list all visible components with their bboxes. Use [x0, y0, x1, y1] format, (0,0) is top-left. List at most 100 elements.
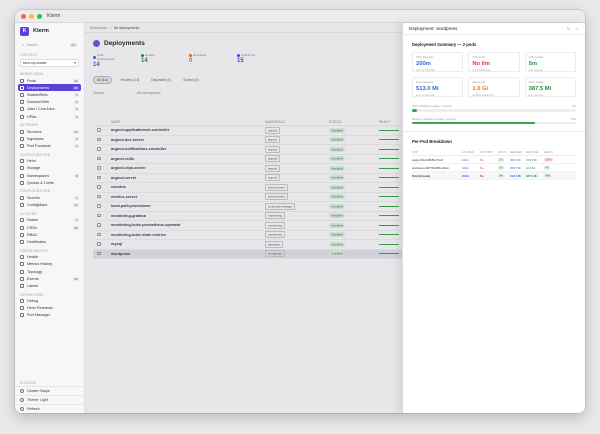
context-selector[interactable]: kind-my-cluster ▾ — [20, 59, 79, 67]
nav-section-label: NETWORK — [20, 123, 39, 128]
sidebar-item-label: Topology — [27, 269, 43, 274]
sidebar-item-statefulsets[interactable]: StatefulSets 0 — [15, 91, 84, 98]
package-icon — [20, 306, 24, 311]
pod-row[interactable]: wpgrp-5fcc4d5b89-7hzdf 100m No 2% 256.5 Mi 27… — [412, 156, 576, 164]
sun-icon — [20, 398, 24, 402]
sidebar-item-jobs-cronjobs[interactable]: Jobs / CronJobs 0 — [15, 106, 84, 113]
summary-card: CPU Limit No lim not configured — [468, 52, 520, 72]
pod-column-header[interactable]: MEM USE — [526, 151, 544, 154]
card-value: 513.0 Mi — [416, 85, 439, 92]
sidebar-item-labels[interactable]: Labels — [15, 282, 84, 289]
topology-icon — [20, 269, 24, 274]
card-label: CPU Usage — [528, 55, 544, 59]
heart-icon — [20, 255, 24, 260]
mem-pct-badge: 106% — [544, 158, 553, 162]
layers-icon — [20, 85, 24, 90]
certificate-icon — [20, 239, 24, 244]
chart-icon — [20, 262, 24, 267]
sidebar-item-debug[interactable]: Debug — [15, 298, 84, 305]
cpu-pct-cell: 2% — [498, 158, 510, 162]
globe-icon — [20, 129, 24, 134]
panel-title: Deployment: wordpress — [409, 26, 458, 31]
sidebar-item-port-manager[interactable]: Port Manager — [15, 312, 84, 319]
utilization-label: CPU utilization (usage / request) — [412, 104, 453, 108]
helm-icon — [20, 159, 24, 164]
mem-usage: 387.5 Mi — [526, 173, 537, 178]
sidebar-footer-refresh[interactable]: Refresh — [15, 404, 85, 413]
count-badge: 0 — [74, 114, 79, 119]
mem-pct-cell: 4% — [544, 166, 557, 170]
pod-name: Total (2 pods) — [412, 173, 431, 178]
sidebar-footer-cluster-shape[interactable]: Cluster Shape — [15, 386, 85, 395]
disk-icon — [20, 166, 24, 171]
sidebar-item-certificates[interactable]: Certificates — [15, 238, 84, 245]
sidebar-item-label: Deployments — [27, 85, 50, 90]
sidebar-footer-theme-light[interactable]: Theme: Light — [15, 395, 85, 404]
pod-column-header[interactable]: MEM % — [544, 151, 557, 154]
sidebar-item-port-forwards[interactable]: Port Forwards 0 — [15, 143, 84, 150]
sidebar-item-label: Namespaces — [27, 173, 50, 178]
refresh-icon[interactable]: ↻ — [566, 26, 571, 31]
sidebar-item-label: ConfigMaps — [27, 203, 48, 208]
sidebar-item-deployments[interactable]: Deployments 15 — [18, 84, 81, 92]
sidebar-item-pods[interactable]: Pods 40 — [15, 77, 84, 84]
sidebar-item-rbac[interactable]: RBAC — [15, 231, 84, 238]
sidebar-item-quotas-limits[interactable]: Quotas & Limits — [15, 179, 84, 186]
pod-column-header[interactable]: MEM REQ — [510, 151, 526, 154]
close-window-button[interactable] — [21, 13, 26, 19]
sidebar-item-hpas[interactable]: HPAs 0 — [15, 113, 84, 120]
close-icon[interactable]: × — [574, 26, 579, 31]
sidebar-item-services[interactable]: Services 16 — [15, 128, 84, 135]
chevron-down-icon: ▾ — [74, 61, 76, 65]
sidebar-item-label: Ingresses — [27, 136, 44, 141]
sidebar-item-nodes[interactable]: Nodes 1 — [15, 217, 84, 224]
panel-header: Deployment: wordpress ↻ × — [403, 23, 585, 35]
sidebar-item-namespaces[interactable]: Namespaces 8 — [15, 172, 84, 179]
sidebar-item-helm[interactable]: Helm — [15, 158, 84, 165]
mem-pct-badge: 75% — [544, 174, 552, 178]
cpu-pct-cell: 3% — [498, 174, 510, 178]
card-subtext: at 50% headroom — [472, 92, 495, 97]
cpu-limit: No — [480, 173, 484, 178]
tag-icon — [20, 283, 24, 288]
pod-row[interactable]: wordpress-6877b6d5f9-x9kmr 100m No 5% 256.5 … — [412, 164, 576, 172]
sidebar-item-topology[interactable]: Topology — [15, 268, 84, 275]
card-value: 5m — [528, 60, 538, 67]
sidebar-footer-label: PLUGINS — [20, 381, 37, 385]
sidebar-item-helm-releases[interactable]: Helm Releases — [15, 305, 84, 312]
utilization-value: 75% — [570, 116, 576, 121]
sidebar-item-events[interactable]: Events 80 — [15, 275, 84, 282]
pod-column-header[interactable]: CPU % — [498, 151, 510, 154]
sidebar-item-metrics-history[interactable]: Metrics History — [15, 261, 84, 268]
sidebar-item-label: RBAC — [27, 232, 38, 237]
sidebar-item-label: Labels — [27, 283, 39, 288]
sidebar-item-daemonsets[interactable]: DaemonSets 2 — [15, 99, 84, 106]
sidebar-item-secrets[interactable]: Secrets 3 — [15, 194, 84, 201]
nav-section-label: CONFIGURATION — [20, 152, 51, 157]
sidebar-item-label: Services — [27, 129, 42, 134]
sidebar-item-storage[interactable]: Storage — [15, 165, 84, 172]
sidebar-item-crds[interactable]: CRDs 68 — [15, 224, 84, 231]
pod-name: wordpress-6877b6d5f9-x9kmr — [412, 165, 450, 170]
minimize-window-button[interactable] — [29, 13, 34, 19]
nav-section-label: OPERATIONS — [20, 292, 44, 297]
pod-name: wpgrp-5fcc4d5b89-7hzdf — [412, 157, 443, 162]
summary-cards: CPU Request 200m sum of all pods CPU Limit N… — [403, 50, 585, 99]
sidebar-item-ingresses[interactable]: Ingresses 0 — [15, 135, 84, 142]
sidebar-item-health[interactable]: Health — [15, 254, 84, 261]
pod-column-header[interactable]: CPU REQ — [462, 151, 480, 154]
pod-column-header[interactable]: POD — [412, 151, 462, 154]
sidebar-item-label: Events — [27, 276, 39, 281]
pod-column-header[interactable]: CPU LIMIT — [480, 151, 498, 154]
sidebar-item-label: StatefulSets — [27, 92, 48, 97]
card-subtext: not configured — [472, 67, 491, 72]
gauge-icon — [20, 180, 24, 185]
card-subtext: avg. across — [528, 67, 543, 72]
sidebar-item-label: Certificates — [27, 239, 46, 244]
sidebar-item-configmaps[interactable]: ConfigMaps 11 — [15, 202, 84, 209]
maximize-window-button[interactable] — [37, 13, 42, 19]
card-subtext: sum of all pods — [416, 92, 435, 97]
search-input[interactable]: ⌕ Search ⌘K — [20, 41, 79, 48]
cpu-request: 200m — [462, 173, 470, 178]
modal-overlay[interactable] — [85, 23, 402, 413]
